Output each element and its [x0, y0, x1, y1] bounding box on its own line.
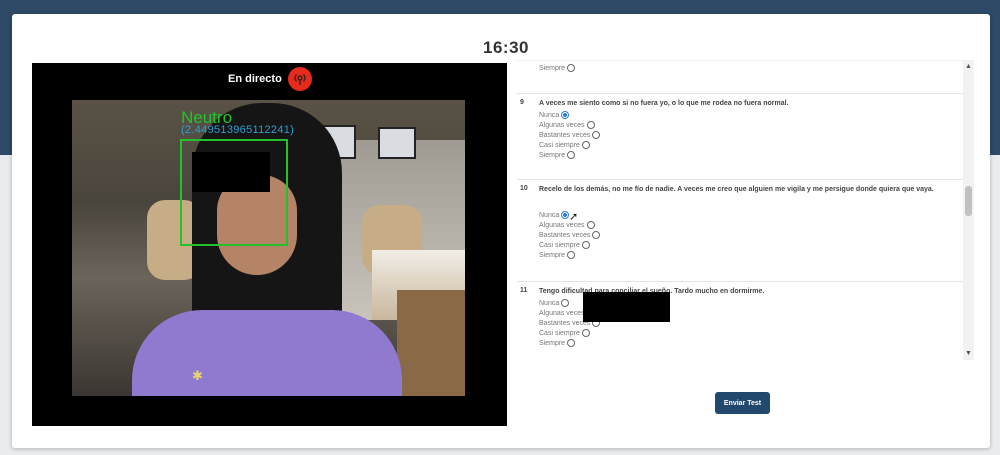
option-label: Nunca: [539, 111, 560, 119]
live-indicator: En directo: [228, 66, 312, 92]
option-casi-siempre[interactable]: Casi siempre: [539, 240, 590, 250]
option-label: Nunca: [539, 299, 560, 307]
question-item: Siempre: [517, 61, 963, 94]
submit-test-button[interactable]: Enviar Test: [715, 392, 770, 414]
countdown-timer: 16:30: [483, 38, 529, 57]
radio-button[interactable]: [567, 151, 576, 159]
shirt-print-icon: ✱: [192, 368, 203, 383]
option-label: Siempre: [539, 251, 566, 259]
option-label: Bastantes veces: [539, 131, 591, 139]
option-casi-siempre[interactable]: Casi siempre: [539, 328, 590, 338]
option-label: Nunca: [539, 211, 560, 219]
option-algunas-veces[interactable]: Algunas veces: [539, 220, 595, 230]
radio-button[interactable]: [586, 121, 595, 129]
option-siempre[interactable]: Siempre: [539, 250, 576, 260]
option-label: Siempre: [539, 151, 566, 159]
vertical-scrollbar[interactable]: ▲ ▼: [963, 60, 974, 360]
option-label: Siempre: [539, 339, 566, 347]
scroll-up-arrow-icon[interactable]: ▲: [963, 63, 974, 70]
option-label: Siempre: [539, 64, 566, 72]
option-label: Casi siempre: [539, 241, 580, 249]
privacy-mask: [583, 292, 670, 322]
option-siempre[interactable]: Siempre: [539, 338, 576, 348]
radio-button[interactable]: [567, 339, 576, 347]
broadcast-icon: [287, 67, 312, 91]
question-number: 11: [520, 287, 528, 294]
radio-button[interactable]: [581, 141, 590, 149]
question-number: 9: [520, 99, 524, 106]
question-text: Recelo de los demás, no me fío de nadie.…: [539, 186, 934, 193]
option-label: Algunas veces: [539, 309, 585, 317]
background-screen: [378, 127, 416, 159]
option-siempre[interactable]: Siempre: [539, 63, 576, 73]
radio-button[interactable]: [561, 111, 570, 119]
radio-button[interactable]: [567, 64, 576, 72]
question-item: 10 Recelo de los demás, no me fío de nad…: [517, 185, 963, 282]
option-casi-siempre[interactable]: Casi siempre: [539, 140, 590, 150]
question-item: 9 A veces me siento como si no fuera yo,…: [517, 99, 963, 180]
live-label: En directo: [228, 73, 282, 85]
radio-button[interactable]: [592, 231, 601, 239]
option-label: Casi siempre: [539, 329, 580, 337]
option-label: Bastantes veces: [539, 231, 591, 239]
radio-button[interactable]: [581, 329, 590, 337]
option-label: Algunas veces: [539, 121, 585, 129]
webcam-panel: En directo ✱ Neutro (2.449513965112241): [32, 63, 507, 426]
option-algunas-veces[interactable]: Algunas veces: [539, 120, 595, 130]
radio-button[interactable]: [586, 221, 595, 229]
option-nunca[interactable]: Nunca: [539, 110, 570, 120]
radio-button[interactable]: [581, 241, 590, 249]
option-bastantes-veces[interactable]: Bastantes veces: [539, 130, 601, 140]
radio-button[interactable]: [561, 299, 570, 307]
radio-button[interactable]: [592, 131, 601, 139]
scrollbar-thumb[interactable]: [965, 186, 972, 216]
privacy-mask: [192, 152, 270, 192]
question-text: A veces me siento como si no fuera yo, o…: [539, 100, 789, 107]
question-number: 10: [520, 185, 528, 192]
scroll-down-arrow-icon[interactable]: ▼: [963, 350, 974, 357]
radio-button[interactable]: [567, 251, 576, 259]
option-label: Casi siempre: [539, 141, 580, 149]
option-nunca[interactable]: Nunca: [539, 210, 570, 220]
desk: [397, 290, 465, 396]
option-bastantes-veces[interactable]: Bastantes veces: [539, 230, 601, 240]
emotion-score: (2.449513965112241): [181, 124, 295, 136]
option-siempre[interactable]: Siempre: [539, 150, 576, 160]
option-nunca[interactable]: Nunca: [539, 298, 570, 308]
mouse-pointer-icon: ➚: [569, 211, 579, 223]
person-shirt: [132, 310, 402, 396]
